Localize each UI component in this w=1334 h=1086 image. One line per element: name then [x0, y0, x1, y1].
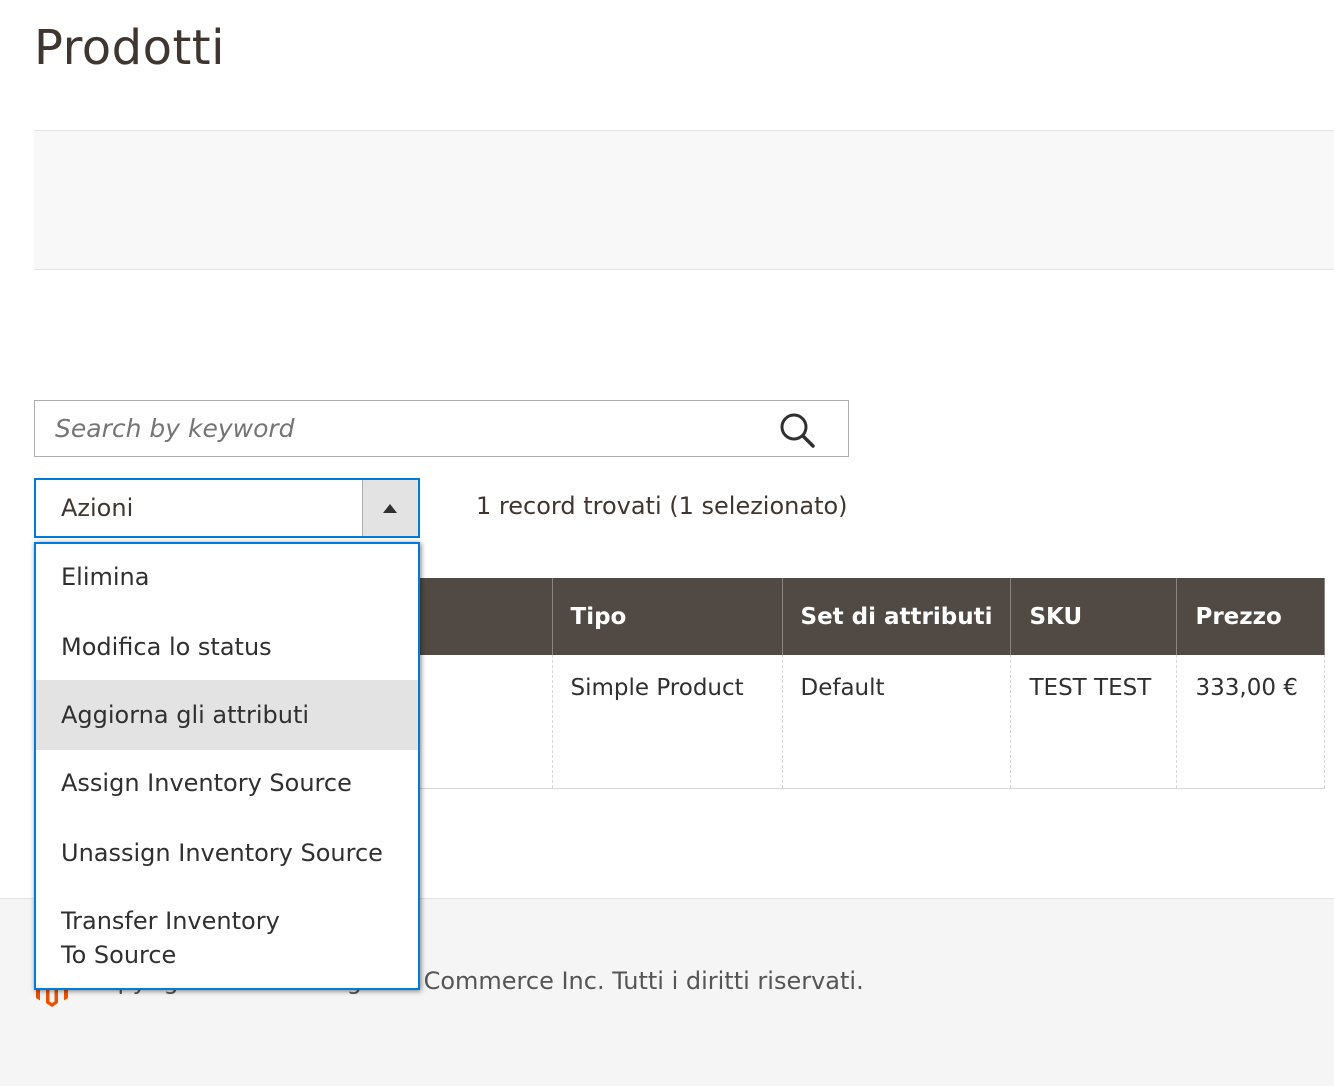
search-box[interactable]: [34, 400, 849, 457]
records-count: 1 record trovati (1 selezionato): [476, 492, 848, 520]
menu-item-change-status[interactable]: Modifica lo status: [36, 630, 418, 686]
column-header-type[interactable]: Tipo: [552, 578, 783, 655]
menu-item-unassign-inventory-source[interactable]: Unassign Inventory Source: [36, 836, 418, 892]
cell-price: 333,00 €: [1176, 655, 1326, 789]
search-input[interactable]: [35, 401, 765, 456]
actions-menu: Elimina Modifica lo status Aggiorna gli …: [34, 542, 420, 990]
cell-attribute-set: Default: [782, 655, 1012, 789]
search-icon[interactable]: [778, 411, 816, 449]
actions-dropdown[interactable]: Azioni: [34, 478, 420, 538]
actions-label: Azioni: [61, 494, 134, 522]
menu-item-delete[interactable]: Elimina: [36, 560, 418, 616]
column-header-attribute-set[interactable]: Set di attributi: [782, 578, 1012, 655]
actions-toggle-button[interactable]: [362, 480, 418, 536]
menu-item-transfer-inventory[interactable]: Transfer Inventory To Source: [36, 904, 326, 972]
column-header-sku[interactable]: SKU: [1010, 578, 1178, 655]
cell-sku: TEST TEST: [1010, 655, 1178, 789]
column-header-price[interactable]: Prezzo: [1176, 578, 1326, 655]
menu-item-assign-inventory-source[interactable]: Assign Inventory Source: [36, 766, 418, 822]
cell-type: Simple Product: [552, 655, 783, 789]
page-title: Prodotti: [34, 20, 225, 76]
menu-item-update-attributes[interactable]: Aggiorna gli attributi: [36, 680, 418, 750]
filters-panel: [34, 130, 1334, 270]
caret-up-icon: [383, 504, 397, 513]
